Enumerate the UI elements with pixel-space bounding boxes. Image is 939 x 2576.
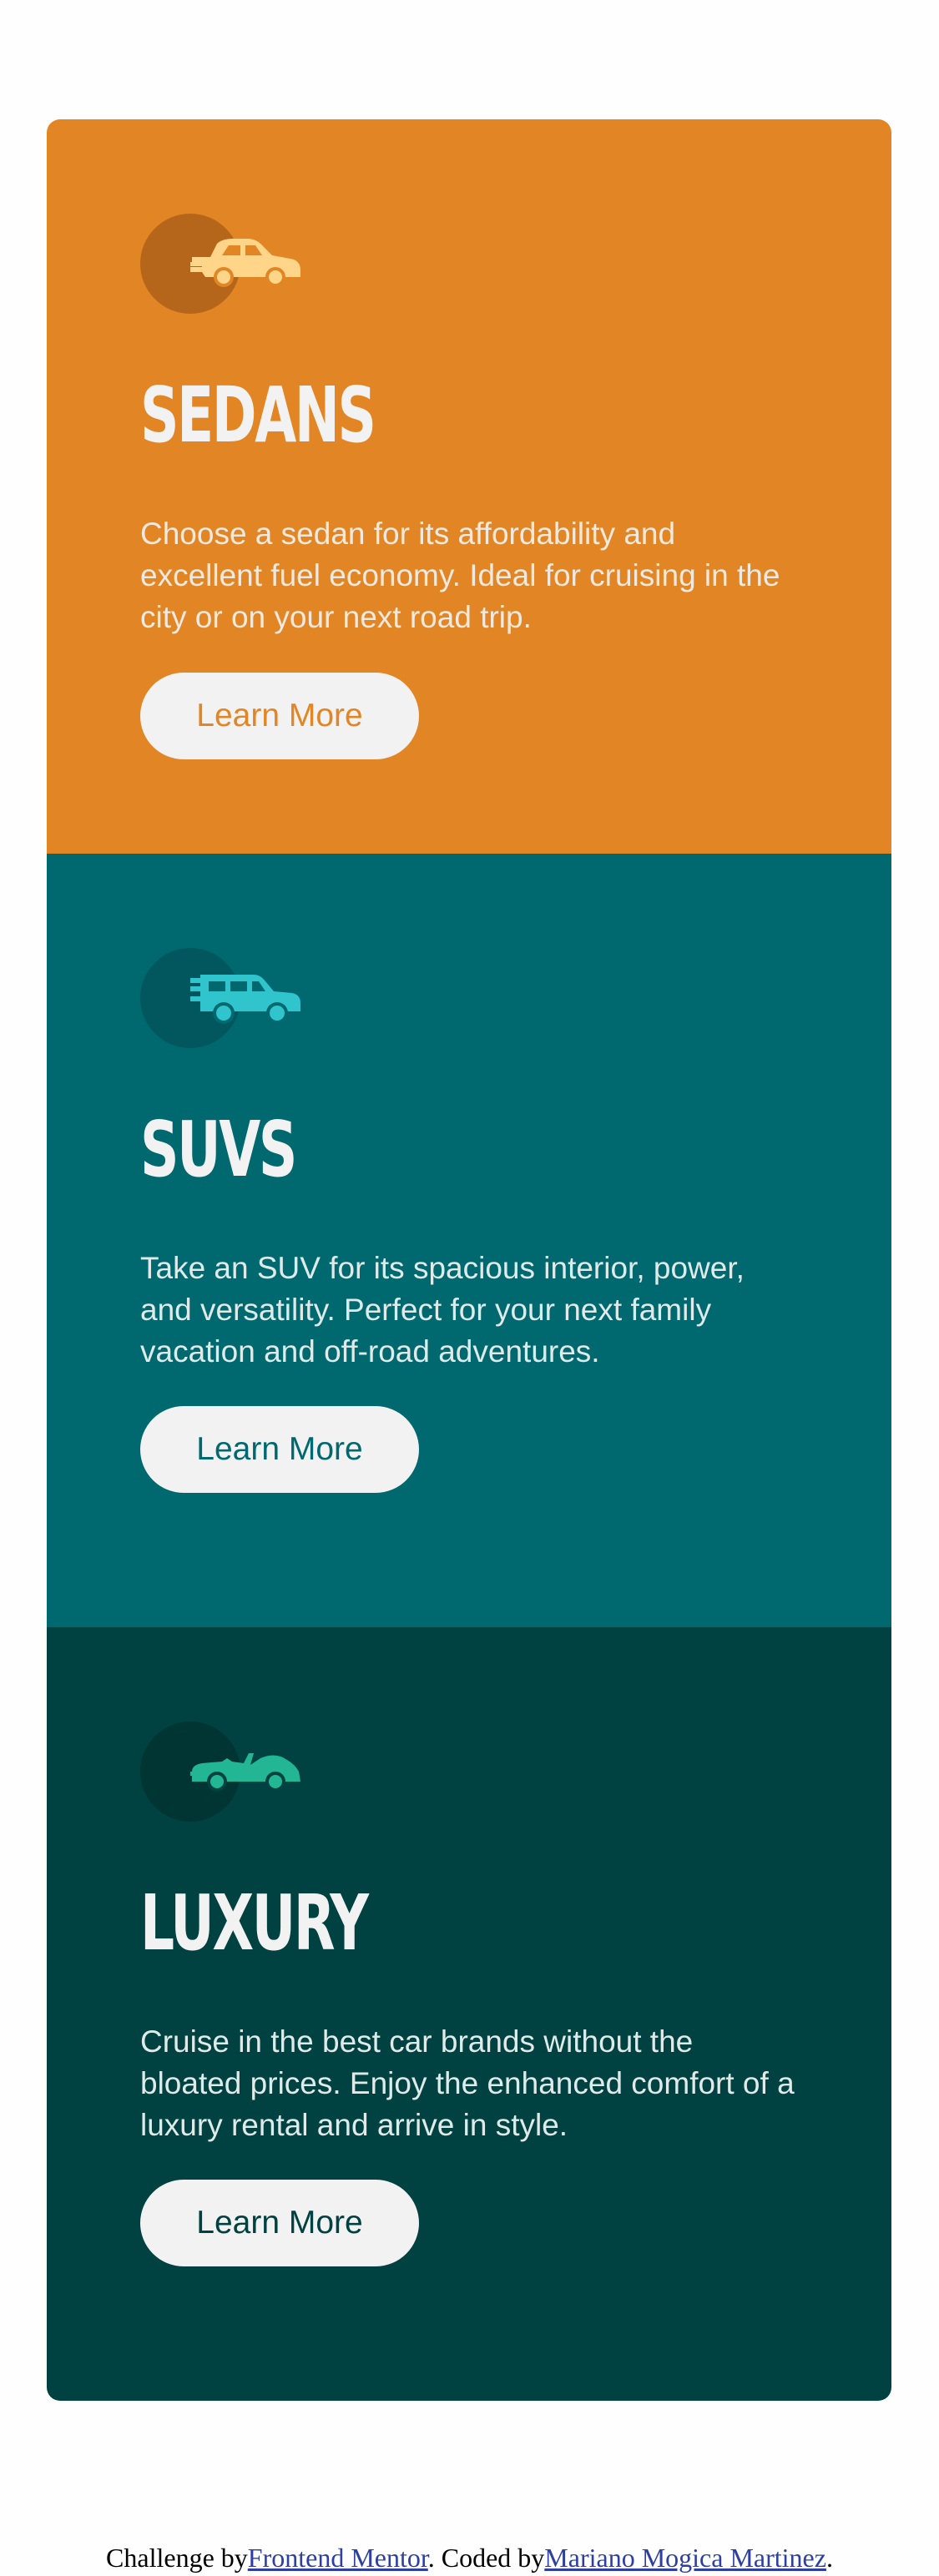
attribution-suffix: . xyxy=(825,2543,833,2573)
card-title: SEDANS xyxy=(140,371,376,460)
card-title: LUXURY xyxy=(140,1878,369,1968)
card-title: SUVS xyxy=(140,1105,297,1194)
attribution: Challenge byFrontend Mentor. Coded byMar… xyxy=(0,2541,939,2574)
attribution-middle: . Coded by xyxy=(427,2543,545,2573)
attribution-prefix: Challenge by xyxy=(106,2543,248,2573)
luxury-icon-wrapper xyxy=(140,1722,307,1822)
suv-car-icon xyxy=(190,975,300,1024)
suvs-card: SUVS Take an SUV for its spacious interi… xyxy=(47,854,891,1627)
sedans-card: SEDANS Choose a sedan for its affordabil… xyxy=(47,119,891,854)
card-description: Choose a sedan for its affordability and… xyxy=(140,517,780,634)
card-description: Cruise in the best car brands without th… xyxy=(140,2024,795,2142)
author-link[interactable]: Mariano Mogica Martinez xyxy=(544,2543,826,2573)
card-description: Take an SUV for its spacious interior, p… xyxy=(140,1251,745,1369)
suv-icon-wrapper xyxy=(140,948,307,1048)
card-container: SEDANS Choose a sedan for its affordabil… xyxy=(47,119,891,2401)
luxury-card: LUXURY Cruise in the best car brands wit… xyxy=(47,1627,891,2401)
luxury-car-icon xyxy=(190,1753,300,1792)
learn-more-button-luxury[interactable]: Learn More xyxy=(140,2180,419,2266)
sedan-car-icon xyxy=(190,239,300,287)
learn-more-button-sedans[interactable]: Learn More xyxy=(140,673,419,759)
frontend-mentor-link[interactable]: Frontend Mentor xyxy=(248,2543,428,2573)
sedan-icon-wrapper xyxy=(140,214,307,314)
learn-more-button-suvs[interactable]: Learn More xyxy=(140,1406,419,1493)
